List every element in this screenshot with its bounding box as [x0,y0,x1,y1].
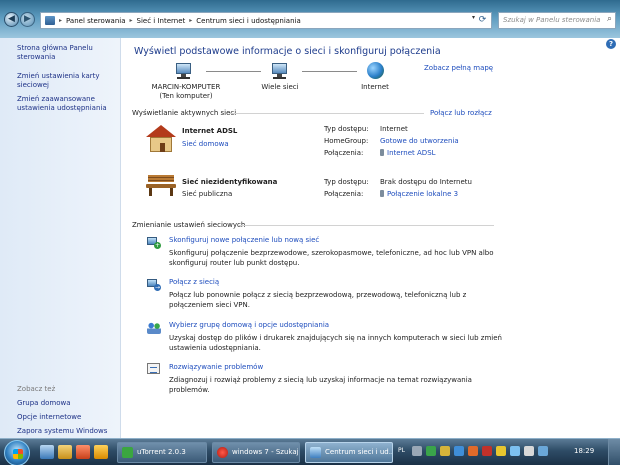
map-connection-line [206,71,261,72]
search-input[interactable]: Szukaj w Panelu sterowania ⌕ [498,12,616,29]
system-tray [398,443,568,462]
help-icon[interactable]: ? [606,39,616,49]
network-name: Sieć niezidentyfikowana [182,178,278,186]
connect-network-icon: → [147,279,161,291]
connection-link[interactable]: Połączenie lokalne 3 [380,190,458,198]
access-type-value: Internet [380,125,408,133]
taskbar-button-utorrent[interactable]: uTorrent 2.0.3 [117,442,207,463]
search-icon[interactable]: ⌕ [607,14,612,24]
refresh-icon[interactable]: ⟳ [476,14,489,27]
chevron-right-icon[interactable]: ▸ [59,17,62,24]
media-player-icon[interactable] [76,445,90,459]
breadcrumb-item-network-center[interactable]: Centrum sieci i udostępniania [196,17,300,25]
task-description: Zdiagnozuj i rozwiąż problemy z siecią l… [169,376,472,394]
tray-app-icon[interactable] [468,446,478,456]
homegroup-link[interactable]: Gotowe do utworzenia [380,137,459,145]
breadcrumb[interactable]: ▸ Panel sterowania ▸ Sieć i Internet ▸ C… [40,12,492,29]
show-desktop-button[interactable] [608,439,620,465]
explorer-icon[interactable] [58,445,72,459]
network-type: Sieć publiczna [182,190,233,198]
volume-icon[interactable] [524,446,534,456]
sidebar-link-adapter-settings[interactable]: Zmień ustawienia karty sieciowej [17,72,117,90]
divider [239,225,494,226]
task-connect-link[interactable]: Połącz z siecią [169,278,219,286]
search-placeholder: Szukaj w Panelu sterowania [503,16,601,24]
internet-explorer-icon[interactable] [40,445,54,459]
network-type-link[interactable]: Sieć domowa [182,140,229,148]
opera-icon [217,447,228,458]
see-also-heading: Zobacz też [17,385,56,393]
quick-launch-icon[interactable] [94,445,108,459]
chevron-right-icon[interactable]: ▸ [130,17,133,24]
start-button[interactable] [4,440,30,465]
active-networks-heading: Wyświetlanie aktywnych sieci [132,109,237,117]
network-name: Internet ADSL [182,127,238,135]
map-node-computer-label: MARCIN-KOMPUTER (Ten komputer) [151,83,221,100]
homegroup-icon [147,322,161,334]
task-description: Skonfiguruj połączenie bezprzewodowe, sz… [169,249,494,267]
network-adapter-icon [380,149,384,156]
breadcrumb-item-control-panel[interactable]: Panel sterowania [66,17,126,25]
change-settings-heading: Zmienianie ustawień sieciowych [132,221,246,229]
sidebar-link-homegroup[interactable]: Grupa domowa [17,399,117,408]
tray-app-icon[interactable] [538,446,548,456]
sidebar-link-control-panel-home[interactable]: Strona główna Panelu sterowania [17,44,117,62]
sidebar-link-windows-firewall[interactable]: Zapora systemu Windows [17,427,117,436]
homegroup-label: HomeGroup: [324,137,369,145]
access-type-label: Typ dostępu: [324,125,369,133]
network-adapter-icon [380,190,384,197]
task-new-connection-link[interactable]: Skonfiguruj nowe połączenie lub nową sie… [169,236,319,244]
tray-app-icon[interactable] [454,446,464,456]
connections-label: Połączenia: [324,190,364,198]
back-button[interactable]: ◀ [4,12,19,27]
sidebar-link-advanced-sharing[interactable]: Zmień zaawansowane ustawienia udostępnia… [17,95,117,113]
troubleshoot-icon [147,363,161,375]
network-center-icon [310,447,321,458]
task-homegroup-link[interactable]: Wybierz grupę domową i opcje udostępnian… [169,321,329,329]
main-content: ? Wyświetl podstawowe informacje o sieci… [122,38,620,438]
forward-button[interactable]: ▶ [20,12,35,27]
taskbar-button-network-center[interactable]: Centrum sieci i ud... [305,442,393,463]
sidebar-link-internet-options[interactable]: Opcje internetowe [17,413,117,422]
address-bar: ◀ ▶ ▸ Panel sterowania ▸ Sieć i Internet… [0,0,620,38]
control-panel-icon [45,16,55,25]
computer-icon[interactable] [173,63,195,79]
connect-disconnect-link[interactable]: Połącz lub rozłącz [430,109,492,117]
utorrent-tray-icon[interactable] [426,446,436,456]
tray-app-icon[interactable] [440,446,450,456]
breadcrumb-item-network-internet[interactable]: Sieć i Internet [137,17,186,25]
task-description: Połącz lub ponownie połącz z siecią bezp… [169,291,467,309]
taskbar: uTorrent 2.0.3 windows 7 - Szukaj... Cen… [0,438,620,465]
home-network-icon[interactable] [146,125,176,153]
map-node-internet-label: Internet [361,83,389,91]
taskbar-button-browser[interactable]: windows 7 - Szukaj... [212,442,300,463]
action-center-icon[interactable] [496,446,506,456]
tray-app-icon[interactable] [482,446,492,456]
chevron-right-icon[interactable]: ▸ [189,17,192,24]
connection-link[interactable]: Internet ADSL [380,149,436,157]
keyboard-icon[interactable] [412,446,422,456]
map-node-networks-label: Wiele sieci [261,83,299,91]
connections-label: Połączenia: [324,149,364,157]
task-description: Uzyskaj dostęp do plików i drukarek znaj… [169,334,502,352]
clock[interactable]: 18:29 [574,447,594,455]
access-type-value: Brak dostępu do Internetu [380,178,472,186]
divider [229,113,424,114]
internet-globe-icon[interactable] [367,62,384,79]
access-type-label: Typ dostępu: [324,178,369,186]
map-connection-line [302,71,357,72]
public-network-icon[interactable] [146,175,176,197]
windows-logo-icon [13,449,23,459]
chevron-down-icon[interactable]: ▾ [472,14,475,21]
task-troubleshoot-link[interactable]: Rozwiązywanie problemów [169,363,263,371]
full-map-link[interactable]: Zobacz pełną mapę [424,64,493,72]
utorrent-icon [122,447,133,458]
multiple-networks-icon[interactable] [269,63,291,79]
page-title: Wyświetl podstawowe informacje o sieci i… [134,46,441,57]
new-connection-icon: + [147,237,161,249]
network-tray-icon[interactable] [510,446,520,456]
left-task-pane: Strona główna Panelu sterowania Zmień us… [0,38,121,438]
